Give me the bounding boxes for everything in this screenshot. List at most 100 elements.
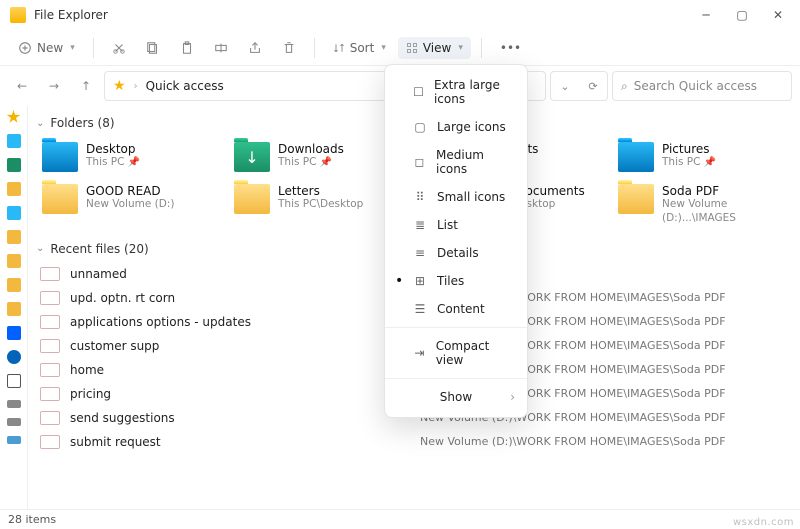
folder-icon: ↓ <box>234 142 270 172</box>
folder-item[interactable]: PicturesThis PC📌 <box>616 138 800 176</box>
view-menu-item[interactable]: ⊞ Tiles <box>385 267 527 295</box>
rename-button[interactable] <box>206 37 236 59</box>
pictures-icon[interactable] <box>7 206 21 220</box>
star-icon[interactable] <box>7 110 21 124</box>
show-submenu[interactable]: Show <box>385 383 527 411</box>
folder-icon[interactable] <box>7 302 21 316</box>
view-option-label: Content <box>437 302 485 316</box>
pin-icon: 📌 <box>127 157 139 168</box>
folder-name: Desktop <box>86 142 140 156</box>
view-menu-item[interactable]: ≡Details <box>385 239 527 267</box>
documents-icon[interactable] <box>7 182 21 196</box>
chevron-down-icon: ⌄ <box>36 243 44 254</box>
view-option-icon: ≣ <box>413 218 427 232</box>
file-icon <box>40 339 60 353</box>
app-icon <box>10 7 26 23</box>
chevron-down-icon: ⌄ <box>36 118 44 129</box>
folder-item[interactable]: Soda PDFNew Volume (D:)...\IMAGES <box>616 180 800 230</box>
view-option-label: Medium icons <box>436 148 513 176</box>
folder-name: Letters <box>278 184 363 198</box>
close-button[interactable]: ✕ <box>772 8 784 22</box>
file-icon <box>40 387 60 401</box>
file-icon <box>40 363 60 377</box>
view-option-icon: ☰ <box>413 302 427 316</box>
folder-item[interactable]: GOOD READNew Volume (D:) <box>40 180 224 230</box>
maximize-button[interactable]: ▢ <box>736 8 748 22</box>
sidebar <box>0 106 28 509</box>
folder-icon[interactable] <box>7 278 21 292</box>
star-icon: ★ <box>113 78 126 94</box>
folder-icon <box>42 142 78 172</box>
new-button[interactable]: New <box>10 37 83 59</box>
chevron-right-icon: › <box>134 81 138 92</box>
folder-meta: New Volume (D:) <box>86 198 174 212</box>
recent-file-row[interactable]: submit requestNew Volume (D:)\WORK FROM … <box>40 430 800 454</box>
share-button[interactable] <box>240 37 270 59</box>
folder-icon <box>42 184 78 214</box>
view-option-icon: ☐ <box>413 85 424 99</box>
view-button[interactable]: View <box>398 37 471 59</box>
sort-button[interactable]: Sort <box>325 37 394 59</box>
this-pc-icon[interactable] <box>7 374 21 388</box>
view-option-icon: ⊞ <box>413 274 427 288</box>
folder-item[interactable]: DesktopThis PC📌 <box>40 138 224 176</box>
file-name: submit request <box>70 435 410 449</box>
menu-separator <box>385 327 527 328</box>
view-option-label: List <box>437 218 458 232</box>
view-menu: ☐Extra large icons▢Large icons◻Medium ic… <box>384 64 528 418</box>
dropdown-button[interactable]: ⌄ <box>551 80 579 93</box>
view-menu-item[interactable]: ▢Large icons <box>385 113 527 141</box>
compact-view-item[interactable]: ⇥Compact view <box>385 332 527 374</box>
view-option-label: Tiles <box>437 274 464 288</box>
watermark: wsxdn.com <box>733 517 794 528</box>
desktop-icon[interactable] <box>7 134 21 148</box>
pin-icon: 📌 <box>703 157 715 168</box>
breadcrumb-label: Quick access <box>146 79 224 93</box>
drive-icon[interactable] <box>7 436 21 444</box>
refresh-button[interactable]: ⟳ <box>579 80 607 93</box>
minimize-button[interactable]: ─ <box>700 8 712 22</box>
folder-meta: This PC📌 <box>86 156 140 170</box>
view-menu-item[interactable]: ⠿ Small icons <box>385 183 527 211</box>
view-menu-item[interactable]: ≣ List <box>385 211 527 239</box>
up-button[interactable]: ↑ <box>72 72 100 100</box>
compact-icon: ⇥ <box>413 346 426 360</box>
folder-name: Soda PDF <box>662 184 798 198</box>
status-bar: 28 items <box>0 509 800 529</box>
onedrive-icon[interactable] <box>7 350 21 364</box>
folder-icon[interactable] <box>7 254 21 268</box>
folder-name: GOOD READ <box>86 184 174 198</box>
file-name: send suggestions <box>70 411 410 425</box>
file-name: home <box>70 363 410 377</box>
file-icon <box>40 267 60 281</box>
folder-icon <box>618 184 654 214</box>
view-menu-item[interactable]: ☰ Content <box>385 295 527 323</box>
view-menu-item[interactable]: ☐Extra large icons <box>385 71 527 113</box>
view-menu-item[interactable]: ◻Medium icons <box>385 141 527 183</box>
more-button[interactable]: ••• <box>492 37 529 59</box>
view-option-label: Small icons <box>437 190 505 204</box>
copy-button[interactable] <box>138 37 168 59</box>
cut-button[interactable] <box>104 37 134 59</box>
drive-icon[interactable] <box>7 400 21 408</box>
file-name: customer supp <box>70 339 410 353</box>
search-placeholder: Search Quick access <box>634 79 757 93</box>
file-icon <box>40 291 60 305</box>
file-name: unnamed <box>70 267 410 281</box>
dropbox-icon[interactable] <box>7 326 21 340</box>
item-count: 28 items <box>8 513 56 526</box>
file-icon <box>40 315 60 329</box>
view-option-icon: ⠿ <box>413 190 427 204</box>
folder-icon[interactable] <box>7 230 21 244</box>
folder-name: Downloads <box>278 142 344 156</box>
search-input[interactable]: ⌕ Search Quick access <box>612 71 792 101</box>
drive-icon[interactable] <box>7 418 21 426</box>
delete-button[interactable] <box>274 37 304 59</box>
paste-button[interactable] <box>172 37 202 59</box>
forward-button[interactable]: → <box>40 72 68 100</box>
view-option-label: Large icons <box>437 120 506 134</box>
view-option-icon: ≡ <box>413 246 427 260</box>
downloads-icon[interactable] <box>7 158 21 172</box>
file-icon <box>40 411 60 425</box>
back-button[interactable]: ← <box>8 72 36 100</box>
